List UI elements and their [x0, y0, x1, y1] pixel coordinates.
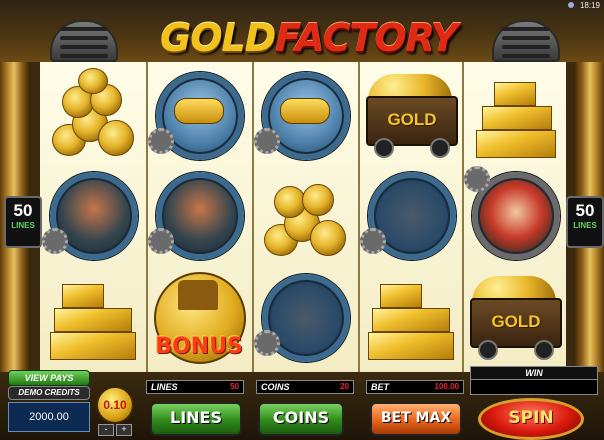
coin-minus-button[interactable]: - — [98, 424, 114, 436]
factory-symbol — [360, 166, 462, 268]
reel-divider — [462, 62, 464, 372]
lines-display-value: 50 — [230, 382, 239, 391]
cart-gold-label: GOLD — [491, 312, 541, 331]
right-lines-indicator[interactable]: 50 LINES — [566, 196, 604, 248]
gold-bars-symbol — [464, 66, 566, 168]
left-lines-value: 50 — [13, 201, 33, 220]
win-label: WIN — [470, 366, 598, 380]
bet-display: BET 100.00 — [366, 380, 464, 394]
left-lines-indicator[interactable]: 50 LINES — [4, 196, 42, 248]
reel-divider — [358, 62, 360, 372]
bet-display-label: BET — [371, 382, 389, 392]
right-lines-value: 50 — [575, 201, 595, 220]
lines-button[interactable]: LINES — [150, 402, 242, 436]
gold-coins-symbol — [254, 166, 356, 268]
bet-display-value: 100.00 — [434, 382, 459, 391]
logo-factory: FACTORY — [275, 16, 458, 60]
steam-train-symbol — [148, 166, 250, 268]
view-pays-button[interactable]: VIEW PAYS — [8, 370, 90, 386]
bet-max-button[interactable]: BET MAX — [370, 402, 462, 436]
coins-button[interactable]: COINS — [258, 402, 344, 436]
control-panel: VIEW PAYS DEMO CREDITS 2000.00 0.10 - + … — [0, 366, 604, 440]
left-lines-label: LINES — [11, 221, 35, 230]
gold-bars-symbol — [42, 268, 144, 370]
submarine-symbol — [254, 66, 356, 168]
reel-divider — [146, 62, 148, 372]
cart-gold-label: GOLD — [387, 110, 437, 129]
lines-display-label: LINES — [151, 382, 178, 392]
reels-area[interactable]: BONUS GOLD GOLD — [40, 62, 566, 372]
factory-owner-symbol — [464, 166, 566, 268]
coins-display: COINS 20 — [256, 380, 354, 394]
demo-credits-label: DEMO CREDITS — [8, 386, 90, 400]
steam-train-symbol — [42, 166, 144, 268]
lines-display: LINES 50 — [146, 380, 244, 394]
bonus-symbol: BONUS — [148, 268, 250, 370]
right-lines-label: LINES — [573, 221, 597, 230]
submarine-symbol — [148, 66, 250, 168]
status-icon — [568, 2, 574, 8]
gold-cart-symbol: GOLD — [360, 66, 462, 168]
factory-symbol — [254, 268, 356, 370]
logo-gold: GOLD — [160, 16, 276, 60]
credits-display: 2000.00 — [8, 402, 90, 432]
reel-divider — [252, 62, 254, 372]
gold-bars-symbol — [360, 268, 462, 370]
game-logo: GOLDFACTORY — [160, 16, 458, 62]
gold-cart-symbol: GOLD — [464, 268, 566, 370]
coin-value-chip[interactable]: 0.10 — [96, 386, 134, 424]
coins-display-label: COINS — [261, 382, 290, 392]
status-time: 18:19 — [579, 1, 600, 10]
coin-plus-button[interactable]: + — [116, 424, 132, 436]
coins-display-value: 20 — [340, 382, 349, 391]
spin-button[interactable]: SPIN — [478, 398, 584, 440]
gold-coins-symbol — [42, 66, 144, 168]
bonus-label: BONUS — [155, 334, 243, 359]
win-display — [470, 379, 598, 395]
